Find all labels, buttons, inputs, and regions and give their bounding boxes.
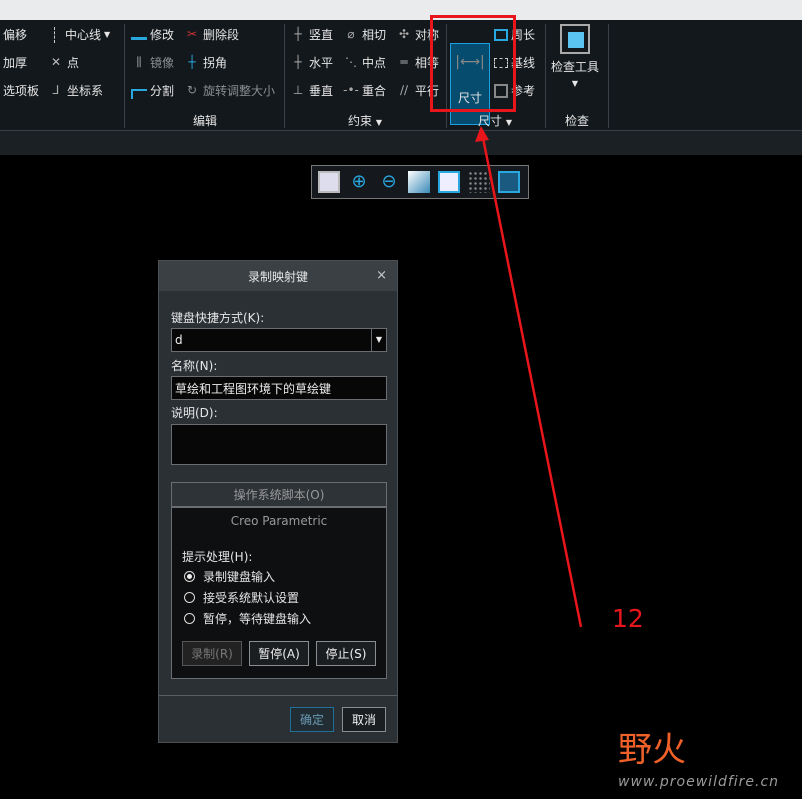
cancel-label: 取消 <box>351 713 376 727</box>
description-label: 说明(D): <box>171 406 218 420</box>
close-icon[interactable]: × <box>376 268 387 283</box>
name-input[interactable]: 草绘和工程图环境下的草绘键 <box>171 376 387 400</box>
radio-label: 接受系统默认设置 <box>203 591 300 605</box>
record-mapkey-dialog: 录制映射键 × 键盘快捷方式(K): d ▼ 名称(N): 草绘和工程图环境下的… <box>158 260 398 743</box>
dialog-title: 录制映射键 <box>247 269 308 284</box>
ok-label: 确定 <box>299 713 324 727</box>
tab-creo-label: Creo Parametric <box>230 514 328 528</box>
ok-button[interactable]: 确定 <box>290 707 334 732</box>
highlight-box <box>430 15 516 112</box>
record-label: 录制(R) <box>191 647 233 661</box>
radio-label: 暂停，等待键盘输入 <box>203 612 312 626</box>
radio-record-keyboard[interactable]: 录制键盘输入 <box>184 568 275 585</box>
tab-os-label: 操作系统脚本(O) <box>233 488 325 502</box>
radio-label: 录制键盘输入 <box>203 570 276 584</box>
annotation-arrow <box>475 126 583 628</box>
radio-button[interactable] <box>184 571 195 582</box>
pause-button[interactable]: 暂停(A) <box>249 641 309 666</box>
radio-button[interactable] <box>184 613 195 624</box>
tab-os-script[interactable]: 操作系统脚本(O) <box>171 482 387 507</box>
creo-tab-panel: Creo Parametric 提示处理(H): 录制键盘输入 接受系统默认设置… <box>171 507 387 679</box>
stop-label: 停止(S) <box>325 647 367 661</box>
radio-pause-wait[interactable]: 暂停，等待键盘输入 <box>184 610 311 627</box>
radio-accept-defaults[interactable]: 接受系统默认设置 <box>184 589 299 606</box>
watermark-logo: 野火 <box>618 722 686 771</box>
stop-button[interactable]: 停止(S) <box>316 641 376 666</box>
pause-label: 暂停(A) <box>258 647 300 661</box>
shortcut-label: 键盘快捷方式(K): <box>171 311 265 325</box>
shortcut-combobox[interactable]: d ▼ <box>171 328 387 352</box>
shortcut-value: d <box>175 333 183 347</box>
watermark-url: www.proewildfire.cn <box>618 774 780 790</box>
chevron-down-icon[interactable]: ▼ <box>371 329 386 351</box>
tab-creo-parametric[interactable]: Creo Parametric <box>172 514 386 528</box>
watermark-brand: 野火 <box>618 730 686 770</box>
name-value: 草绘和工程图环境下的草绘键 <box>175 381 332 396</box>
annotation-number: 12 <box>612 604 644 633</box>
name-label: 名称(N): <box>171 359 218 373</box>
description-input[interactable] <box>171 424 387 465</box>
cancel-button[interactable]: 取消 <box>342 707 386 732</box>
record-button[interactable]: 录制(R) <box>182 641 242 666</box>
prompt-handling-label: 提示处理(H): <box>182 550 253 564</box>
divider <box>159 695 397 696</box>
radio-button[interactable] <box>184 592 195 603</box>
dialog-titlebar[interactable]: 录制映射键 × <box>159 261 397 291</box>
